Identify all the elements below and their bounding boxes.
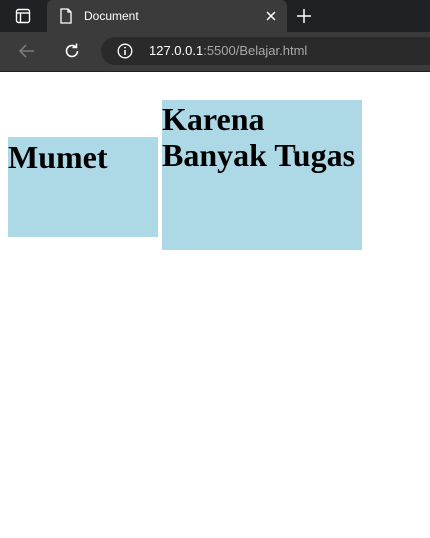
url-host: 127.0.0.1 xyxy=(149,43,204,58)
tab-actions-icon xyxy=(15,8,31,24)
box-karena-banyak-tugas: Karena Banyak Tugas xyxy=(162,100,362,250)
plus-icon xyxy=(297,9,311,23)
navigation-toolbar: 127.0.0.1:5500/Belajar.html xyxy=(0,32,430,72)
browser-tab[interactable]: Document xyxy=(47,0,287,32)
heading-line-1: Karena xyxy=(162,101,265,137)
tab-strip: Document xyxy=(0,0,430,32)
tab-title: Document xyxy=(84,9,139,23)
heading-mumet: Mumet xyxy=(8,139,108,175)
box-mumet: Mumet xyxy=(8,137,158,237)
reload-button[interactable] xyxy=(60,40,84,62)
url-path: :5500/Belajar.html xyxy=(203,43,308,58)
back-button[interactable] xyxy=(15,40,39,62)
document-icon xyxy=(60,8,72,24)
heading-line-2: Banyak Tugas xyxy=(162,137,356,173)
url-text: 127.0.0.1:5500/Belajar.html xyxy=(149,43,307,59)
tab-actions-button[interactable] xyxy=(8,4,38,28)
new-tab-button[interactable] xyxy=(292,4,316,28)
close-icon xyxy=(266,11,276,21)
reload-icon xyxy=(65,43,79,58)
info-icon[interactable] xyxy=(117,43,133,59)
tab-close-button[interactable] xyxy=(263,8,279,24)
back-arrow-icon xyxy=(18,44,34,58)
page-viewport: Mumet Karena Banyak Tugas xyxy=(0,72,430,538)
address-bar[interactable]: 127.0.0.1:5500/Belajar.html xyxy=(101,37,430,65)
heading-karena-banyak-tugas: Karena Banyak Tugas xyxy=(162,100,362,173)
